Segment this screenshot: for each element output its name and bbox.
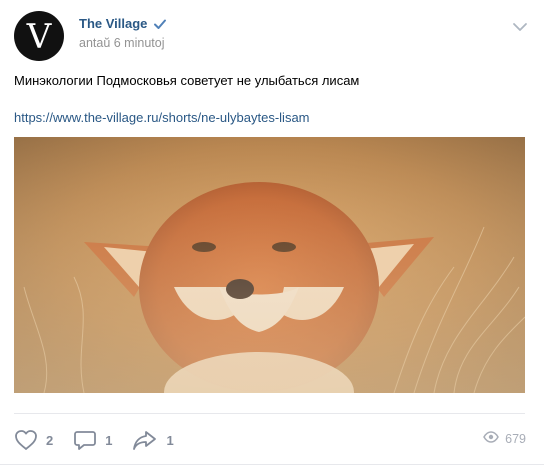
post: V The Village antaŭ 6 minutoj Минэкологи…	[0, 0, 544, 469]
divider	[14, 413, 525, 414]
share-count: 1	[166, 432, 174, 448]
divider-bottom	[0, 464, 544, 465]
share-button[interactable]: 1	[132, 429, 174, 451]
post-time[interactable]: antaŭ 6 minutoj	[79, 36, 164, 50]
views-counter: 679	[483, 431, 526, 446]
heart-icon	[14, 429, 38, 451]
post-link[interactable]: https://www.the-village.ru/shorts/ne-uly…	[14, 109, 310, 127]
author-name[interactable]: The Village	[79, 16, 147, 31]
avatar[interactable]: V	[14, 11, 64, 61]
comment-icon	[73, 429, 97, 451]
avatar-letter: V	[26, 17, 52, 57]
share-icon	[132, 429, 158, 451]
comment-button[interactable]: 1	[73, 429, 112, 451]
comment-count: 1	[105, 432, 113, 448]
like-count: 2	[46, 432, 54, 448]
like-button[interactable]: 2	[14, 429, 53, 451]
chevron-down-icon[interactable]	[512, 20, 528, 32]
fox-photo[interactable]	[14, 137, 525, 393]
author-row: The Village	[79, 16, 167, 31]
verified-check-icon	[153, 17, 167, 31]
eye-icon	[483, 431, 500, 446]
post-text: Минэкологии Подмосковья советует не улыб…	[14, 73, 360, 88]
post-actions: 2 1 1	[14, 428, 194, 452]
views-count: 679	[505, 431, 526, 446]
